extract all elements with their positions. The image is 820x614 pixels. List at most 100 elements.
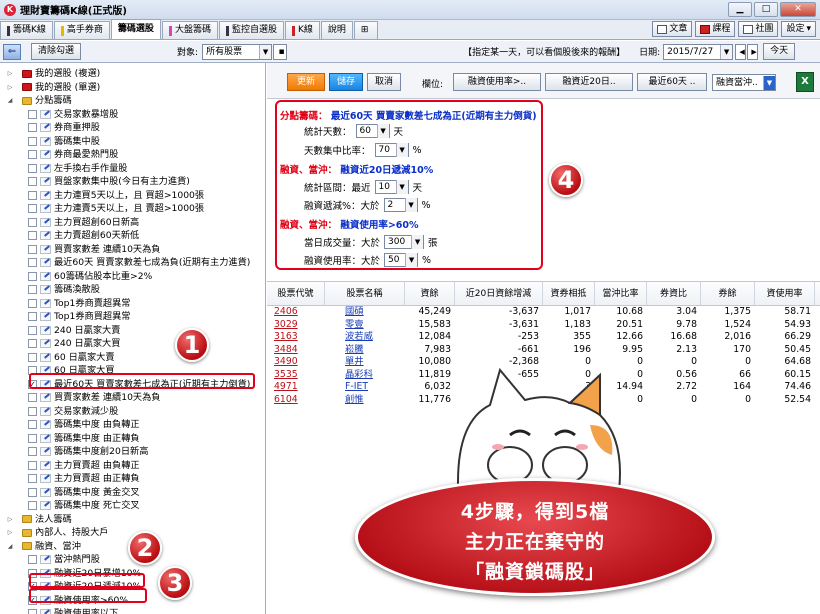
- column-header[interactable]: 券餘: [701, 282, 755, 305]
- strategy-item[interactable]: 籌碼渙散股: [0, 283, 265, 297]
- edit-icon[interactable]: [40, 109, 51, 119]
- stock-name-link[interactable]: 波若威: [325, 331, 405, 344]
- strategy-item[interactable]: 主力連買5天以上，且 買超>1000張: [0, 189, 265, 203]
- stock-name-link[interactable]: 晶彩科: [325, 369, 405, 382]
- stock-name-link[interactable]: 單井: [325, 356, 405, 369]
- column-header[interactable]: 近20日資餘增減: [455, 282, 543, 305]
- table-row[interactable]: 3484 崧騰 7,983 -661 196 9.95 2.13 170 50.45: [267, 344, 820, 357]
- strategy-item[interactable]: 主力買賣超 由正轉負: [0, 472, 265, 486]
- edit-icon[interactable]: [40, 460, 51, 470]
- strategy-item[interactable]: Top1券商買超異常: [0, 310, 265, 324]
- strategy-item[interactable]: 買賣家數差 連續10天為負: [0, 391, 265, 405]
- strategy-checkbox[interactable]: [28, 163, 37, 173]
- strategy-checkbox[interactable]: [28, 555, 37, 565]
- target-confirm-button[interactable]: ▪: [273, 43, 288, 60]
- strategy-item[interactable]: 交易家數暴增股: [0, 108, 265, 122]
- strategy-checkbox[interactable]: [28, 325, 37, 335]
- strategy-checkbox[interactable]: [28, 460, 37, 470]
- strategy-checkbox[interactable]: [28, 312, 37, 322]
- column-header[interactable]: 資使用率: [755, 282, 815, 305]
- strategy-item[interactable]: 240 日贏家大買: [0, 337, 265, 351]
- table-row[interactable]: 2406 國碩 45,249 -3,637 1,017 10.68 3.04 1,375 58.…: [267, 306, 820, 319]
- stock-code-link[interactable]: 3484: [267, 344, 325, 357]
- edit-icon[interactable]: [40, 163, 51, 173]
- strategy-folder[interactable]: ▷ 我的選股 (單選): [0, 81, 265, 95]
- edit-icon[interactable]: [40, 123, 51, 133]
- stock-code-link[interactable]: 6104: [267, 394, 325, 407]
- next-day-button[interactable]: ▶: [747, 43, 759, 60]
- strategy-item[interactable]: 籌碼集中度 由正轉負: [0, 432, 265, 446]
- edit-icon[interactable]: [40, 339, 51, 349]
- strategy-folder[interactable]: ▷ 我的選股 (複選): [0, 67, 265, 81]
- strategy-item[interactable]: 買賣家數差 連續10天為負: [0, 243, 265, 257]
- save-button[interactable]: 儲存: [329, 73, 363, 91]
- strategy-checkbox[interactable]: [28, 244, 37, 254]
- edit-icon[interactable]: [40, 204, 51, 214]
- strategy-item[interactable]: 60 日贏家大賣: [0, 351, 265, 365]
- strategy-checkbox[interactable]: [28, 433, 37, 443]
- strategy-item[interactable]: 券商最愛熱門股: [0, 148, 265, 162]
- collapse-arrow-icon[interactable]: ◢: [6, 540, 14, 553]
- strategy-folder[interactable]: ▷ 法人籌碼: [0, 513, 265, 527]
- edit-icon[interactable]: [40, 420, 51, 430]
- strategy-item[interactable]: 主力買超創60日新高: [0, 216, 265, 230]
- strategy-checkbox[interactable]: [28, 474, 37, 484]
- strategy-item[interactable]: Top1券商賣超異常: [0, 297, 265, 311]
- strategy-checkbox[interactable]: [28, 420, 37, 430]
- tab-3[interactable]: 大盤籌碼: [161, 21, 218, 39]
- column-header[interactable]: 股票名稱: [325, 282, 405, 305]
- column-header[interactable]: 資券相抵: [543, 282, 595, 305]
- strategy-item[interactable]: 籌碼集中度 死亡交叉: [0, 499, 265, 513]
- strategy-checkbox[interactable]: [28, 231, 37, 241]
- strategy-item[interactable]: 主力買賣超 由負轉正: [0, 459, 265, 473]
- excel-export-icon[interactable]: X: [796, 72, 814, 92]
- tab-6[interactable]: 說明: [320, 21, 353, 39]
- strategy-item[interactable]: 最近60天 買賣家數差七成為負(近期有主力進貨): [0, 256, 265, 270]
- stock-name-link[interactable]: 崧騰: [325, 344, 405, 357]
- edit-icon[interactable]: [40, 433, 51, 443]
- table-row[interactable]: 3163 波若威 12,084 -253 355 12.66 16.68 2,016 66.29: [267, 331, 820, 344]
- column-button-3[interactable]: 最近60天 ..: [637, 73, 707, 91]
- close-button[interactable]: ✕: [780, 2, 816, 17]
- edit-icon[interactable]: [40, 555, 51, 565]
- maximize-button[interactable]: □: [754, 2, 778, 17]
- strategy-checkbox[interactable]: [28, 352, 37, 362]
- edit-icon[interactable]: [40, 244, 51, 254]
- tab-4[interactable]: 監控自選股: [218, 21, 284, 39]
- tab-2[interactable]: 籌碼選股: [110, 19, 161, 39]
- column-header[interactable]: 資餘: [405, 282, 455, 305]
- column-header[interactable]: 券資比: [647, 282, 701, 305]
- strategy-item[interactable]: 60籌碼佔股本比重>2%: [0, 270, 265, 284]
- edit-icon[interactable]: [40, 190, 51, 200]
- edit-icon[interactable]: [40, 298, 51, 308]
- community-button[interactable]: 社團: [738, 21, 779, 37]
- column-button-2[interactable]: 融資近20日..: [545, 73, 633, 91]
- strategy-checkbox[interactable]: [28, 271, 37, 281]
- strategy-item[interactable]: 左手換右手作量股: [0, 162, 265, 176]
- expand-arrow-icon[interactable]: ▷: [6, 81, 14, 94]
- strategy-checkbox[interactable]: [28, 487, 37, 497]
- target-select[interactable]: 所有股票 ▼: [202, 43, 273, 60]
- strategy-checkbox[interactable]: [28, 501, 37, 511]
- stock-code-link[interactable]: 2406: [267, 306, 325, 319]
- column-header[interactable]: 當沖比率: [595, 282, 647, 305]
- strategy-checkbox[interactable]: [28, 285, 37, 295]
- back-button[interactable]: ⇐: [3, 43, 21, 60]
- date-picker[interactable]: 2015/7/27 ▼: [663, 43, 734, 60]
- strategy-checkbox[interactable]: [28, 150, 37, 160]
- stock-code-link[interactable]: 3535: [267, 369, 325, 382]
- strategy-checkbox[interactable]: [28, 109, 37, 119]
- stock-name-link[interactable]: F-IET: [325, 381, 405, 394]
- edit-icon[interactable]: [40, 501, 51, 511]
- strategy-checkbox[interactable]: [28, 204, 37, 214]
- edit-icon[interactable]: [40, 217, 51, 227]
- tab-7[interactable]: ⊞: [353, 21, 379, 39]
- edit-icon[interactable]: [40, 285, 51, 295]
- edit-icon[interactable]: [40, 474, 51, 484]
- tab-1[interactable]: 高手券商: [53, 21, 110, 39]
- edit-icon[interactable]: [40, 177, 51, 187]
- strategy-item[interactable]: 240 日贏家大賣: [0, 324, 265, 338]
- stock-code-link[interactable]: 3029: [267, 319, 325, 332]
- edit-icon[interactable]: [40, 271, 51, 281]
- today-button[interactable]: 今天: [763, 43, 796, 60]
